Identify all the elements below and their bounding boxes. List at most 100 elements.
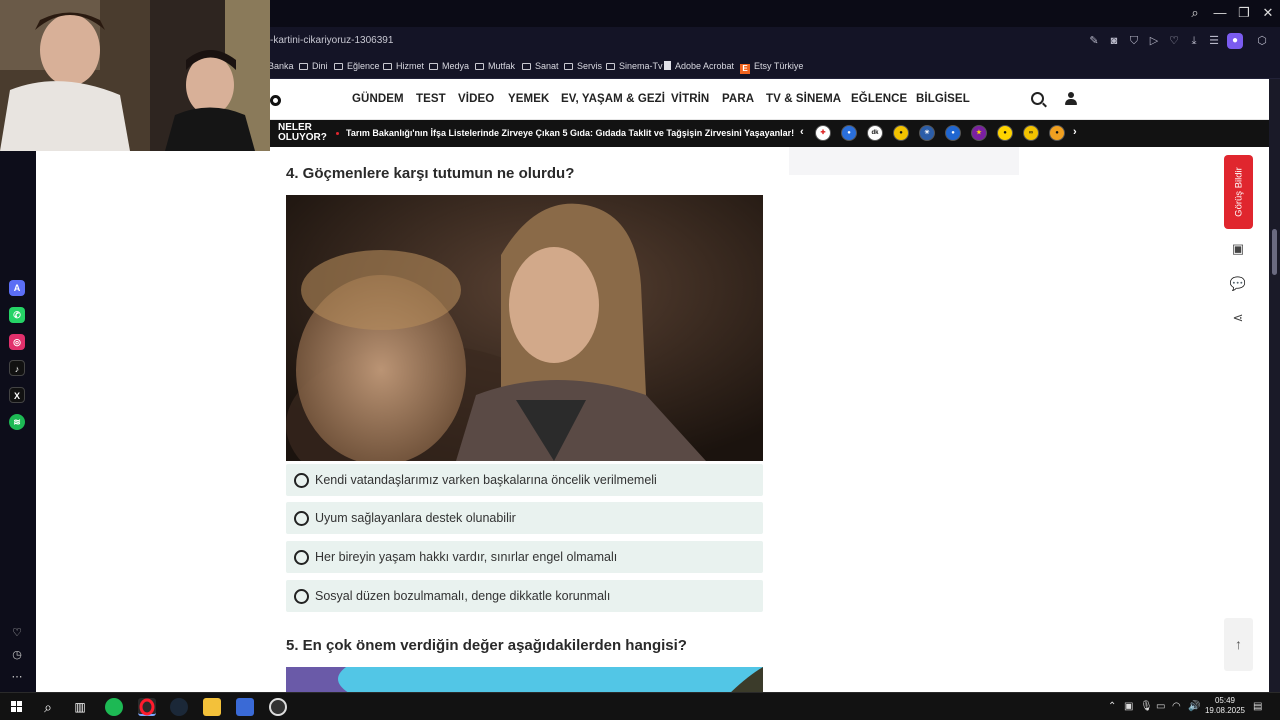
nav-yemek[interactable]: YEMEK bbox=[508, 93, 549, 105]
ticker-headline[interactable]: Tarım Bakanlığı'nın İfşa Listelerinde Zi… bbox=[346, 128, 794, 138]
nav-vitrin[interactable]: VİTRİN bbox=[671, 93, 709, 105]
shield-icon[interactable]: ⛉ bbox=[1127, 34, 1141, 48]
partner-badge[interactable]: ✳ bbox=[919, 125, 935, 141]
partner-badge-dk[interactable]: dk bbox=[867, 125, 883, 141]
partner-badge[interactable]: ● bbox=[997, 125, 1013, 141]
ticker-prev-icon[interactable]: ‹ bbox=[800, 126, 804, 138]
instagram-icon[interactable]: ◎ bbox=[9, 334, 25, 350]
tiktok-icon[interactable]: ♪ bbox=[9, 360, 25, 376]
more-icon[interactable]: ⋯ bbox=[9, 669, 25, 685]
question-4-option-4[interactable]: Sosyal düzen bozulmamalı, denge dikkatle… bbox=[286, 580, 763, 612]
file-explorer-icon[interactable] bbox=[203, 698, 221, 716]
bookmark-medya[interactable]: Medya bbox=[429, 61, 469, 71]
partner-badge[interactable]: ● bbox=[945, 125, 961, 141]
partner-badge[interactable]: ● bbox=[841, 125, 857, 141]
question-4-title: 4. Göçmenlere karşı tutumun ne olurdu? bbox=[286, 165, 575, 182]
partner-badge[interactable]: ★ bbox=[971, 125, 987, 141]
comments-icon[interactable]: 💬 bbox=[1228, 274, 1248, 294]
folder-icon bbox=[299, 63, 308, 70]
search-icon[interactable]: ⌕ bbox=[1183, 4, 1207, 22]
user-icon[interactable] bbox=[1064, 92, 1078, 106]
bookmark-dini[interactable]: Dini bbox=[299, 61, 328, 71]
site-navigation: GÜNDEM TEST VİDEO YEMEK EV, YAŞAM & GEZİ… bbox=[270, 79, 1269, 120]
bookmark-sanat[interactable]: Sanat bbox=[522, 61, 559, 71]
play-icon[interactable]: ▷ bbox=[1147, 34, 1161, 48]
whatsapp-icon[interactable]: ✆ bbox=[9, 307, 25, 323]
page-scrollbar[interactable] bbox=[1269, 79, 1280, 692]
x-icon[interactable]: X bbox=[9, 387, 25, 403]
scrollbar-thumb[interactable] bbox=[1272, 229, 1277, 275]
radio-button[interactable] bbox=[294, 473, 309, 488]
minimize-icon[interactable]: — bbox=[1208, 4, 1232, 22]
download-icon[interactable]: ⤓ bbox=[1187, 34, 1201, 48]
question-4-option-2[interactable]: Uyum sağlayanlara destek olunabilir bbox=[286, 502, 763, 534]
menu-icon[interactable]: ☰ bbox=[1207, 34, 1221, 48]
url-field[interactable]: -kartini-cikariyoruz-1306391 bbox=[270, 35, 393, 46]
nav-gundem[interactable]: GÜNDEM bbox=[352, 93, 404, 105]
microphone-icon[interactable]: 🎙 bbox=[1140, 701, 1153, 712]
nav-test[interactable]: TEST bbox=[416, 93, 446, 105]
bookmark-banka[interactable]: Banka bbox=[268, 61, 294, 71]
app-icon[interactable] bbox=[236, 698, 254, 716]
task-view-icon[interactable]: ▥ bbox=[71, 698, 89, 716]
scroll-to-top-button[interactable]: ↑ bbox=[1224, 618, 1253, 671]
taskbar-clock[interactable]: 05:49 19.08.2025 bbox=[1202, 696, 1248, 716]
ticker-next-icon[interactable]: › bbox=[1073, 126, 1077, 138]
nav-tv-sinema[interactable]: TV & SİNEMA bbox=[766, 93, 841, 105]
radio-button[interactable] bbox=[294, 550, 309, 565]
bookmark-hizmet[interactable]: Hizmet bbox=[383, 61, 424, 71]
site-logo[interactable] bbox=[270, 95, 281, 106]
nav-para[interactable]: PARA bbox=[722, 93, 754, 105]
volume-icon[interactable]: 🔊 bbox=[1188, 701, 1200, 712]
nav-eglence[interactable]: EĞLENCE bbox=[851, 93, 907, 105]
bookmark-adobe-acrobat[interactable]: Adobe Acrobat bbox=[664, 61, 734, 71]
nav-video[interactable]: VİDEO bbox=[458, 93, 494, 105]
windows-start-icon[interactable] bbox=[8, 698, 26, 716]
spotify-icon[interactable] bbox=[105, 698, 123, 716]
tray-chevron-icon[interactable]: ⌃ bbox=[1108, 701, 1116, 712]
battery-icon[interactable]: ▭ bbox=[1156, 701, 1165, 712]
question-4-option-3[interactable]: Her bireyin yaşam hakkı vardır, sınırlar… bbox=[286, 541, 763, 573]
opera-icon[interactable] bbox=[138, 698, 156, 716]
radio-button[interactable] bbox=[294, 589, 309, 604]
search-icon[interactable]: ⌕ bbox=[39, 698, 57, 716]
bookmark-add-icon[interactable]: ▣ bbox=[1228, 239, 1248, 259]
radio-button[interactable] bbox=[294, 511, 309, 526]
bookmark-sinema-tv[interactable]: Sinema-Tv bbox=[606, 61, 663, 71]
restore-icon[interactable]: ❐ bbox=[1232, 4, 1256, 22]
nav-ev-yasam-gezi[interactable]: EV, YAŞAM & GEZİ bbox=[561, 93, 665, 105]
notification-icon[interactable]: ▤ bbox=[1253, 701, 1262, 712]
web-page: GÜNDEM TEST VİDEO YEMEK EV, YAŞAM & GEZİ… bbox=[36, 79, 1269, 692]
windows-taskbar: ⌕ ▥ ⌃ ▣ 🎙 ▭ ◠ 🔊 05:49 19.08.2025 ▤ bbox=[0, 692, 1280, 720]
partner-badge[interactable]: ∞ bbox=[1023, 125, 1039, 141]
aria-icon[interactable]: A bbox=[9, 280, 25, 296]
app-icon[interactable] bbox=[269, 698, 287, 716]
bookmark-etsy[interactable]: E Etsy Türkiye bbox=[740, 61, 803, 74]
bookmark-eglence[interactable]: Eğlence bbox=[334, 61, 380, 71]
extension-icon[interactable]: ⬡ bbox=[1255, 34, 1269, 48]
partner-badge[interactable]: ● bbox=[893, 125, 909, 141]
bookmark-mutfak[interactable]: Mutfak bbox=[475, 61, 515, 71]
search-icon[interactable] bbox=[1031, 92, 1044, 105]
tray-app-icon[interactable]: ▣ bbox=[1124, 701, 1133, 712]
nav-bilgisel[interactable]: BİLGİSEL bbox=[916, 93, 970, 105]
browser-sidebar: A ✆ ◎ ♪ X ≋ ♡ ◷ ⋯ bbox=[0, 79, 36, 692]
partner-badge[interactable]: ● bbox=[1049, 125, 1065, 141]
share-icon[interactable]: ⋖ bbox=[1228, 308, 1248, 328]
camera-icon[interactable]: ◙ bbox=[1107, 34, 1121, 48]
spotify-icon[interactable]: ≋ bbox=[9, 414, 25, 430]
document-icon bbox=[664, 61, 671, 70]
news-ticker: NELER OLUYOR? Tarım Bakanlığı'nın İfşa L… bbox=[270, 120, 1269, 147]
bookmark-servis[interactable]: Servis bbox=[564, 61, 602, 71]
history-icon[interactable]: ◷ bbox=[9, 647, 25, 663]
steam-icon[interactable] bbox=[170, 698, 188, 716]
question-4-option-1[interactable]: Kendi vatandaşlarımız varken başkalarına… bbox=[286, 464, 763, 496]
heart-icon[interactable]: ♡ bbox=[1167, 34, 1181, 48]
close-icon[interactable]: ✕ bbox=[1256, 4, 1280, 22]
heart-icon[interactable]: ♡ bbox=[9, 625, 25, 641]
wifi-icon[interactable]: ◠ bbox=[1172, 701, 1181, 712]
partner-badge[interactable]: ✚ bbox=[815, 125, 831, 141]
feedback-button[interactable]: Görüş Bildir bbox=[1224, 155, 1253, 229]
edit-icon[interactable]: ✎ bbox=[1087, 34, 1101, 48]
profile-icon[interactable]: ● bbox=[1227, 33, 1243, 49]
